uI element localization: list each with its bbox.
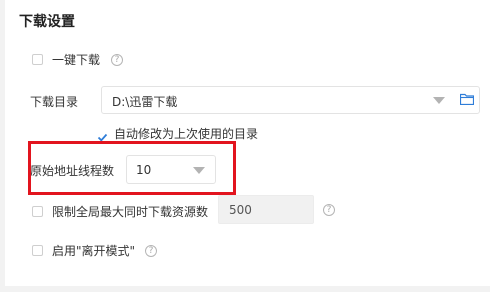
auto-modify-checkbox[interactable] — [97, 128, 108, 142]
away-mode-row[interactable]: 启用"离开模式" ? — [32, 242, 158, 259]
one-click-download-label: 一键下载 — [52, 53, 101, 67]
download-dir-value: D:\迅雷下载 — [112, 95, 178, 109]
chevron-down-icon[interactable] — [433, 97, 445, 104]
help-icon[interactable]: ? — [323, 204, 335, 216]
away-mode-checkbox[interactable] — [32, 245, 43, 256]
folder-icon[interactable] — [460, 93, 474, 105]
limit-resources-checkbox[interactable] — [32, 206, 43, 217]
highlight-box — [28, 141, 236, 195]
auto-modify-row[interactable]: 自动修改为上次使用的目录 — [97, 125, 258, 142]
limit-resources-value: 500 — [229, 203, 252, 217]
limit-resources-input[interactable]: 500 — [218, 195, 314, 224]
settings-panel: 下载设置 一键下载 ? 下载目录 D:\迅雷下载 自动修改为上次使用的目录 原始… — [5, 0, 490, 286]
limit-resources-label: 限制全局最大同时下载资源数 — [52, 205, 209, 219]
one-click-download-checkbox[interactable] — [32, 54, 43, 65]
help-icon[interactable]: ? — [145, 244, 158, 257]
one-click-download-row[interactable]: 一键下载 ? — [32, 51, 124, 68]
limit-resources-row[interactable]: 限制全局最大同时下载资源数 — [32, 203, 208, 220]
auto-modify-label: 自动修改为上次使用的目录 — [114, 127, 259, 141]
away-mode-label: 启用"离开模式" — [52, 244, 136, 258]
download-dir-label: 下载目录 — [30, 95, 79, 109]
help-icon[interactable]: ? — [111, 53, 124, 66]
section-title: 下载设置 — [19, 14, 75, 30]
download-dir-select[interactable]: D:\迅雷下载 — [101, 86, 480, 114]
